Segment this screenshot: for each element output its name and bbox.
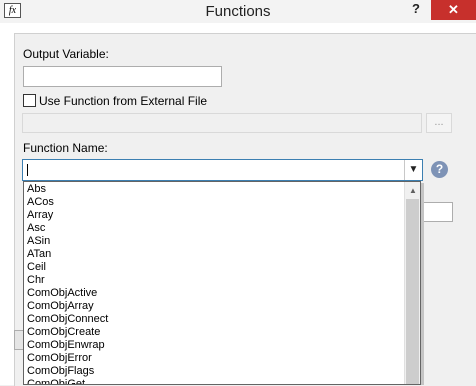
function-list-item[interactable]: ComObjError — [25, 352, 405, 365]
external-file-checkbox[interactable] — [23, 94, 36, 107]
function-list-item[interactable]: Array — [25, 209, 405, 222]
function-list-item[interactable]: ComObjArray — [25, 300, 405, 313]
function-list-item[interactable]: Chr — [25, 274, 405, 287]
function-list: Abs ACos Array Asc ASin ATan Ceil Chr ComObjActi… — [25, 183, 405, 384]
external-file-path-input[interactable] — [22, 113, 422, 133]
title-bar: fx Functions ? ✕ — [0, 0, 476, 23]
close-button[interactable]: ✕ — [431, 0, 476, 20]
browse-button[interactable]: ... — [426, 113, 452, 133]
hidden-parameter-field[interactable] — [423, 202, 453, 222]
scroll-up-icon[interactable]: ▲ — [405, 182, 420, 199]
output-variable-input[interactable] — [23, 66, 222, 87]
function-list-item[interactable]: ComObjActive — [25, 287, 405, 300]
text-caret — [27, 164, 28, 176]
external-file-label: Use Function from External File — [39, 94, 208, 108]
dropdown-scrollbar[interactable]: ▲ — [404, 182, 420, 384]
function-name-label: Function Name: — [23, 141, 108, 155]
function-list-item[interactable]: ComObjEnwrap — [25, 339, 405, 352]
function-list-item[interactable]: Asc — [25, 222, 405, 235]
function-list-item[interactable]: ACos — [25, 196, 405, 209]
chevron-down-icon[interactable]: ▼ — [404, 160, 422, 180]
function-name-combobox[interactable]: ▼ — [22, 159, 423, 181]
function-help-icon[interactable]: ? — [431, 161, 448, 178]
function-dropdown-list[interactable]: Abs ACos Array Asc ASin ATan Ceil Chr ComObjActi… — [23, 181, 421, 385]
function-list-item[interactable]: ComObjConnect — [25, 313, 405, 326]
function-list-item[interactable]: ATan — [25, 248, 405, 261]
scrollbar-thumb[interactable] — [406, 199, 419, 384]
dropdown-shadow — [421, 183, 424, 385]
help-button[interactable]: ? — [402, 0, 430, 20]
function-list-item[interactable]: ComObjCreate — [25, 326, 405, 339]
function-list-item[interactable]: Abs — [25, 183, 405, 196]
output-variable-label: Output Variable: — [23, 47, 109, 61]
function-list-item[interactable]: ASin — [25, 235, 405, 248]
function-list-item[interactable]: ComObjGet — [25, 378, 405, 384]
function-list-item[interactable]: ComObjFlags — [25, 365, 405, 378]
function-list-item[interactable]: Ceil — [25, 261, 405, 274]
